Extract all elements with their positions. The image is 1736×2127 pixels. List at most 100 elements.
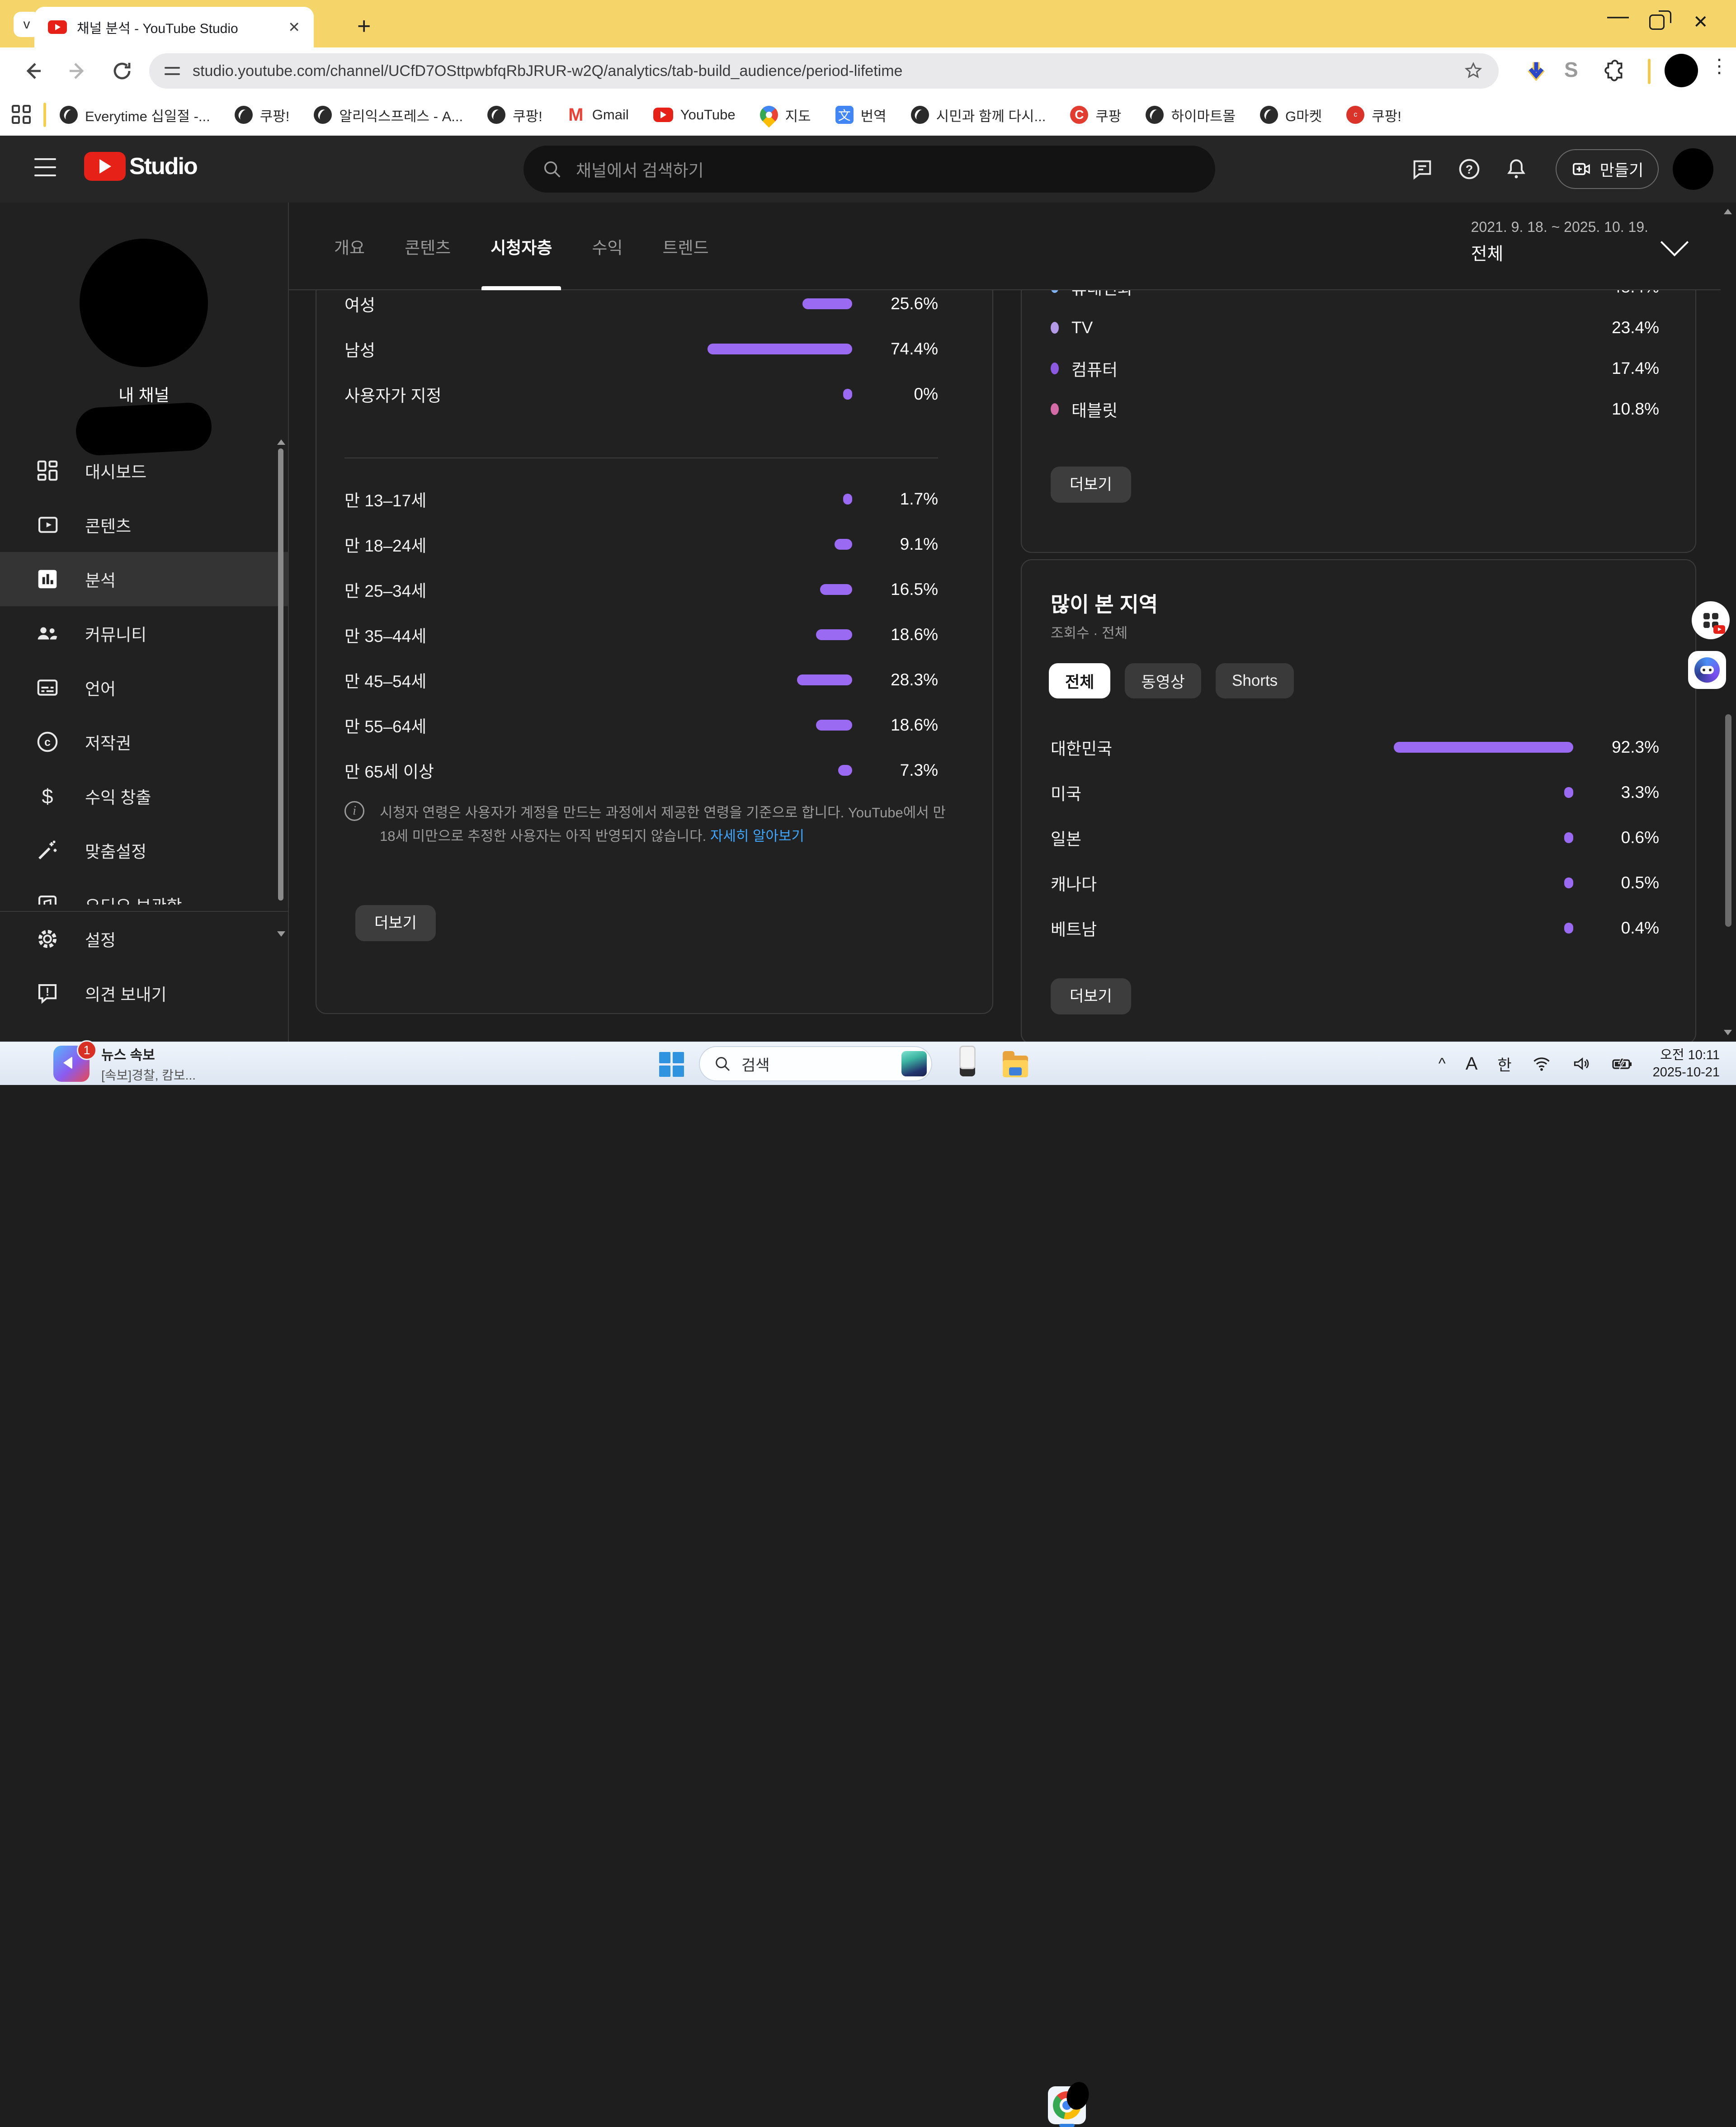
bookmark-item[interactable]: G마켓 [1260, 105, 1322, 125]
ime-korean-indicator[interactable]: 한 [1497, 1053, 1511, 1075]
bookmark-item[interactable]: 지도 [760, 105, 811, 125]
chip-전체[interactable]: 전체 [1049, 663, 1110, 698]
sidebar-item-wand[interactable]: 맞춤설정 [0, 823, 288, 877]
stat-row[interactable]: 만 25–34세16.5% [344, 567, 938, 612]
sidebar-item-feedback[interactable]: !의견 보내기 [0, 966, 288, 1020]
stat-row[interactable]: 캐나다0.5% [1051, 860, 1659, 906]
apps-grid-icon[interactable] [12, 105, 32, 125]
sidebar-item-dollar[interactable]: $수익 창출 [0, 769, 288, 823]
refresh-button[interactable] [108, 57, 137, 85]
phone-link-icon[interactable] [952, 1048, 983, 1079]
extension-arrow-icon[interactable] [1522, 57, 1551, 85]
sidebar-item-dashboard[interactable]: 대시보드 [0, 443, 288, 498]
stat-row[interactable]: 일본0.6% [1051, 815, 1659, 860]
url-bar[interactable]: studio.youtube.com/channel/UCfD7OSttpwbf… [149, 53, 1499, 89]
stat-row[interactable]: 대한민국92.3% [1051, 725, 1659, 770]
bookmark-item[interactable]: 文번역 [835, 105, 887, 125]
window-minimize-button[interactable]: — [1607, 4, 1629, 28]
volume-icon[interactable] [1571, 1054, 1591, 1074]
file-explorer-icon[interactable] [1000, 1048, 1031, 1079]
demographics-more-button[interactable]: 더보기 [355, 905, 436, 941]
bookmark-item[interactable]: 하이마트몰 [1146, 105, 1236, 125]
studio-search-bar[interactable]: 채널에서 검색하기 [524, 146, 1215, 193]
tab-시청자층[interactable]: 시청자층 [471, 203, 572, 290]
notifications-bell-icon[interactable] [1504, 156, 1529, 182]
tab-개요[interactable]: 개요 [314, 203, 385, 290]
sidebar-item-subtitles[interactable]: 언어 [0, 660, 288, 715]
stat-row[interactable]: 사용자가 지정0% [344, 372, 938, 417]
back-button[interactable] [18, 57, 47, 85]
stat-row[interactable]: 베트남0.4% [1051, 906, 1659, 951]
wifi-icon[interactable] [1532, 1054, 1552, 1074]
regions-more-button[interactable]: 더보기 [1051, 978, 1131, 1014]
account-avatar[interactable] [1673, 148, 1713, 190]
browser-profile-avatar[interactable] [1665, 54, 1698, 87]
browser-menu-icon[interactable]: ⋮ [1710, 55, 1729, 77]
studio-logo[interactable]: Studio [84, 152, 197, 181]
sidebar-item-analytics[interactable]: 분석 [0, 552, 288, 606]
sidebar-item-copyright[interactable]: c저작권 [0, 715, 288, 769]
chip-Shorts[interactable]: Shorts [1216, 663, 1294, 698]
stat-row[interactable]: 만 35–44세18.6% [344, 612, 938, 657]
tab-콘텐츠[interactable]: 콘텐츠 [385, 203, 471, 290]
floating-extension-button[interactable] [1692, 601, 1730, 639]
bookmark-item[interactable]: YouTube [653, 107, 736, 123]
hamburger-menu-icon[interactable] [34, 158, 56, 176]
channel-avatar[interactable] [80, 239, 208, 367]
browser-tab[interactable]: 채널 분석 - YouTube Studio ✕ [34, 7, 314, 47]
sidebar-item-gear[interactable]: 설정 [0, 912, 288, 966]
ime-latin-indicator[interactable]: A [1466, 1054, 1478, 1074]
bookmark-item[interactable]: C쿠팡 [1070, 105, 1121, 125]
widgets-icon: 1 [53, 1046, 90, 1082]
bookmark-star-icon[interactable] [1463, 61, 1483, 81]
stat-row[interactable]: 미국3.3% [1051, 770, 1659, 815]
window-close-button[interactable]: ✕ [1693, 12, 1708, 33]
chevron-down-icon[interactable] [1661, 228, 1689, 256]
battery-icon[interactable] [1611, 1053, 1633, 1075]
extension-s-icon[interactable]: S [1564, 57, 1578, 82]
date-range-picker[interactable]: 2021. 9. 18. ~ 2025. 10. 19. 전체 [1471, 219, 1648, 265]
chip-동영상[interactable]: 동영상 [1125, 663, 1201, 698]
bookmark-item[interactable]: Everytime 십일절 -... [60, 105, 210, 125]
tab-트렌드[interactable]: 트렌드 [642, 203, 728, 290]
device-row[interactable]: 태블릿10.8% [1051, 389, 1659, 429]
bookmark-item[interactable]: 시민과 함께 다시... [911, 105, 1046, 125]
new-tab-button[interactable]: + [357, 13, 371, 40]
stat-row[interactable]: 만 13–17세1.7% [344, 476, 938, 522]
feedback-bubble-icon[interactable] [1410, 156, 1435, 182]
news-widget[interactable]: 1 뉴스 속보 [속보]경찰, 캄보... [53, 1044, 196, 1084]
taskbar-clock[interactable]: 오전 10:11 2025-10-21 [1653, 1047, 1720, 1081]
device-row[interactable]: TV23.4% [1051, 307, 1659, 348]
chrome-taskbar-icon[interactable] [1048, 2086, 1086, 2124]
device-row[interactable]: 컴퓨터17.4% [1051, 348, 1659, 389]
tab-close-icon[interactable]: ✕ [288, 20, 300, 34]
devices-more-button[interactable]: 더보기 [1051, 467, 1131, 503]
taskbar-search[interactable]: 검색 [699, 1046, 932, 1081]
tab-수익[interactable]: 수익 [572, 203, 642, 290]
create-button[interactable]: 만들기 [1556, 149, 1659, 189]
bookmark-item[interactable]: c쿠팡! [1346, 105, 1401, 125]
bookmark-item[interactable]: 쿠팡! [487, 105, 542, 125]
bookmark-item[interactable]: 알리익스프레스 - A... [314, 105, 463, 125]
sidebar-item-community[interactable]: 커뮤니티 [0, 606, 288, 660]
sidebar-scrollbar[interactable] [277, 439, 284, 937]
learn-more-link[interactable]: 자세히 알아보기 [710, 828, 804, 844]
site-settings-icon[interactable] [165, 63, 180, 79]
forward-button[interactable] [63, 57, 92, 85]
start-button[interactable] [659, 1052, 684, 1077]
bookmark-item[interactable]: MGmail [567, 106, 629, 124]
stat-row[interactable]: 만 55–64세18.6% [344, 703, 938, 748]
stat-row[interactable]: 만 65세 이상7.3% [344, 748, 938, 793]
stat-row[interactable]: 만 45–54세28.3% [344, 657, 938, 703]
extensions-puzzle-icon[interactable] [1600, 57, 1629, 85]
sidebar-item-content[interactable]: 콘텐츠 [0, 498, 288, 552]
stat-row[interactable]: 만 18–24세9.1% [344, 522, 938, 567]
bookmark-item[interactable]: 쿠팡! [235, 105, 290, 125]
gear-icon [34, 926, 61, 952]
tray-chevron-icon[interactable]: ^ [1439, 1055, 1446, 1073]
floating-assistant-button[interactable] [1688, 651, 1726, 689]
stat-row[interactable]: 남성74.4% [344, 326, 938, 372]
help-icon[interactable]: ? [1457, 156, 1482, 182]
window-maximize-button[interactable] [1649, 14, 1665, 30]
sidebar-item-audio[interactable]: 오디오 보관함 [0, 877, 288, 905]
